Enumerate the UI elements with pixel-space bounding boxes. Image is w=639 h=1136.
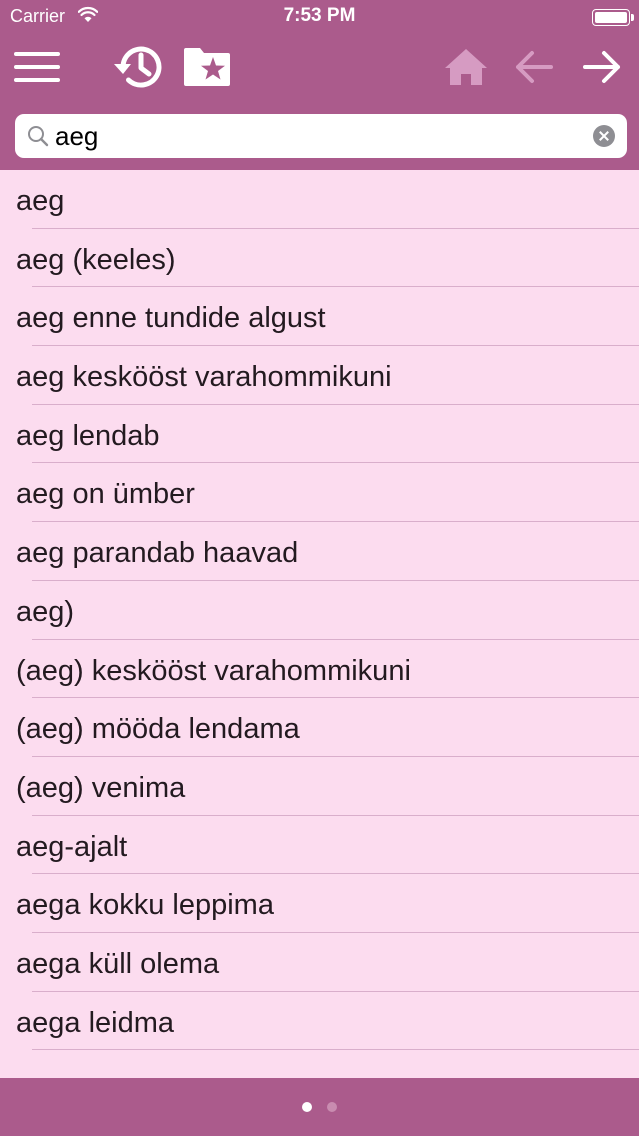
page-footer <box>0 1078 639 1136</box>
list-item[interactable]: aeg parandab haavad <box>0 522 639 581</box>
list-item-label: aeg-ajalt <box>16 830 128 863</box>
list-item[interactable]: (aeg) keskööst varahommikuni <box>0 640 639 699</box>
list-item[interactable]: aeg (keeles) <box>0 229 639 288</box>
list-item-label: (aeg) keskööst varahommikuni <box>16 654 411 687</box>
favorites-folder-icon <box>184 48 230 86</box>
search-icon <box>28 126 49 147</box>
list-item-label: aega kokku leppima <box>16 889 274 922</box>
favorites-button[interactable] <box>178 40 236 94</box>
list-item[interactable]: aeg-ajalt <box>0 816 639 875</box>
history-button[interactable] <box>109 40 167 94</box>
list-item-label: aeg on ümber <box>16 478 195 511</box>
menu-button[interactable] <box>8 40 66 94</box>
row-separator <box>32 1049 639 1051</box>
list-item-label: aeg keskööst varahommikuni <box>16 361 392 394</box>
home-icon <box>445 49 487 85</box>
clear-search-button[interactable] <box>593 125 615 147</box>
list-item[interactable]: (aeg) venima <box>0 757 639 816</box>
battery-tip <box>631 14 634 21</box>
app-header: Carrier 7:53 PM <box>0 0 639 170</box>
battery-icon <box>592 9 630 26</box>
list-item-label: (aeg) venima <box>16 771 186 804</box>
list-item-label: aeg enne tundide algust <box>16 302 326 335</box>
list-item-label: aeg lendab <box>16 419 160 452</box>
page-indicator-dot-1[interactable] <box>302 1102 312 1112</box>
home-button[interactable] <box>437 40 495 94</box>
list-item[interactable]: aega küll olema <box>0 933 639 992</box>
list-item[interactable]: aega leidma <box>0 992 639 1051</box>
list-item[interactable]: (aeg) mööda lendama <box>0 698 639 757</box>
search-input[interactable] <box>55 120 585 152</box>
status-time: 7:53 PM <box>283 5 356 26</box>
list-item-label: aeg) <box>16 595 75 628</box>
page-indicator-dot-2[interactable] <box>327 1102 337 1112</box>
list-item[interactable]: aeg) <box>0 581 639 640</box>
list-item-label: aeg <box>16 185 65 217</box>
back-button[interactable] <box>505 40 563 94</box>
list-item[interactable]: aeg on ümber <box>0 463 639 523</box>
list-item[interactable]: aega kokku leppima <box>0 874 639 933</box>
list-item[interactable]: aeg lendab <box>0 405 639 464</box>
list-item[interactable]: aeg <box>0 170 639 229</box>
forward-button[interactable] <box>573 40 631 94</box>
list-item-label: (aeg) mööda lendama <box>16 713 300 746</box>
list-item-label: aeg (keeles) <box>16 243 176 276</box>
results-list: aeg aeg (keeles) aeg enne tundide algust ae… <box>0 170 639 1051</box>
status-bar: Carrier 7:53 PM <box>0 0 639 34</box>
list-item-label: aega leidma <box>16 1006 174 1039</box>
search-bar <box>15 114 627 158</box>
list-item-label: aega küll olema <box>16 947 220 980</box>
back-arrow-icon <box>516 51 553 83</box>
menu-icon <box>14 52 60 82</box>
forward-arrow-icon <box>583 51 620 83</box>
list-item[interactable]: aeg keskööst varahommikuni <box>0 346 639 405</box>
history-icon <box>114 46 162 88</box>
list-item-label: aeg parandab haavad <box>16 537 299 570</box>
list-item[interactable]: aeg enne tundide algust <box>0 287 639 347</box>
